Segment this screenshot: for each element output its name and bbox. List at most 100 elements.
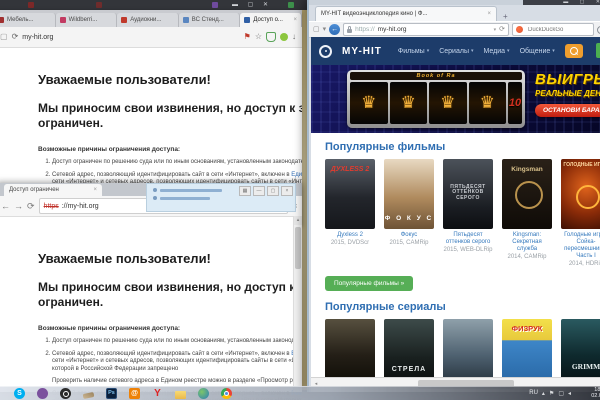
shield-extension-icon[interactable] — [266, 32, 276, 42]
tab-access-restricted-active[interactable]: Доступ о... × — [240, 13, 302, 27]
yandex-icon[interactable]: Y — [152, 388, 163, 399]
address-bar[interactable]: my-hit.org — [22, 34, 239, 41]
series-poster[interactable] — [325, 319, 375, 378]
tab-audiobooks[interactable]: Аудиокни... — [117, 13, 179, 27]
film-poster[interactable]: Ф О К У С — [384, 159, 434, 229]
address-bar[interactable]: https:// my-hit.org ▾ ⟳ — [343, 23, 509, 36]
series-poster[interactable]: GRIMM — [561, 319, 600, 378]
scrollbar-thumb[interactable] — [295, 227, 301, 269]
forward-icon[interactable]: → — [14, 202, 23, 211]
film-title[interactable]: Kingsman: Секретная служба — [502, 232, 552, 253]
panel-list-item[interactable] — [153, 196, 295, 200]
panel-minimize-icon[interactable]: — — [253, 186, 265, 196]
series-card[interactable] — [443, 319, 493, 378]
panel-close-icon[interactable]: × — [281, 186, 293, 196]
nav-films[interactable]: Фильмы▾ — [398, 48, 429, 55]
skype-icon[interactable]: S — [14, 388, 25, 399]
internet-globe-icon[interactable] — [198, 388, 209, 399]
chrome-icon[interactable] — [221, 388, 232, 399]
slot-logo: Book of Ra — [350, 72, 522, 80]
tray-expand-icon[interactable]: ▴ — [542, 390, 545, 397]
film-poster[interactable]: ПЯТЬДЕСЯТ ОТТЕНКОВ СЕРОГО — [443, 159, 493, 229]
reload-icon[interactable]: ⟳ — [12, 33, 19, 41]
search-box[interactable] — [512, 23, 594, 36]
bookmark-star-icon[interactable]: ☆ — [255, 33, 262, 41]
flag-extension-icon[interactable]: ⚑ — [244, 33, 251, 41]
viber-icon[interactable] — [37, 388, 48, 399]
chevron-down-icon[interactable]: ▾ — [323, 26, 327, 33]
banner-spin-button[interactable]: ОСТАНОВИ БАРАБАНЫ — [535, 104, 600, 117]
film-poster[interactable]: Kingsman — [502, 159, 552, 229]
back-icon[interactable]: ← — [1, 202, 10, 211]
series-poster[interactable]: СТРЕЛА — [384, 319, 434, 378]
reason-item: Сетевой адрес, позволяющий идентифициров… — [52, 351, 302, 374]
series-poster[interactable] — [443, 319, 493, 378]
odnoklassniki-icon[interactable]: @ — [129, 388, 140, 399]
reload-icon[interactable]: ⟳ — [27, 202, 35, 211]
language-indicator[interactable]: RU — [529, 390, 538, 396]
folder-icon[interactable] — [175, 391, 186, 399]
volume-icon[interactable]: ◂ — [568, 390, 571, 397]
window-titlebar[interactable]: ▬ ▢ ✕ — [309, 0, 600, 5]
chevron-down-icon[interactable]: ▾ — [494, 27, 497, 33]
window-controls[interactable]: ▬ ▢ ✕ — [523, 0, 600, 5]
photoshop-icon[interactable]: Ps — [106, 388, 117, 399]
tab-access-restricted[interactable]: Доступ ограничен × — [4, 184, 102, 196]
vertical-scrollbar[interactable]: ▴ — [293, 216, 302, 392]
tab-wildberries[interactable]: Wildberri... — [56, 13, 118, 27]
tab-stand[interactable]: ВС Стенд... — [179, 13, 241, 27]
favicon — [121, 17, 127, 23]
series-card[interactable]: GRIMM — [561, 319, 600, 378]
action-center-flag-icon[interactable]: ⚑ — [549, 390, 554, 397]
tab-myhit-active[interactable]: MY-HIT видеоэнциклопедия кино | Ф... × — [315, 6, 497, 21]
series-card[interactable] — [325, 319, 375, 378]
film-title[interactable]: Фокус — [384, 232, 434, 239]
block-page-reasons-title: Возможные причины ограничения доступа: — [38, 325, 302, 332]
download-icon[interactable]: ↓ — [292, 33, 296, 41]
series-card[interactable]: ФИЗРУК — [502, 319, 552, 378]
close-tab-icon[interactable]: × — [93, 187, 97, 193]
film-card[interactable]: Kingsman Kingsman: Секретная служба 2014… — [502, 159, 552, 267]
display-icon[interactable]: ▢ — [558, 390, 564, 397]
nav-media[interactable]: Медиа▾ — [484, 48, 510, 55]
background-window-controls[interactable]: ▬ ▢ ✕ — [232, 1, 272, 8]
site-content: Популярные фильмы ДУХLESS 2 Духless 2 20… — [311, 133, 600, 378]
film-card[interactable]: Ф О К У С Фокус 2015, CAMRip — [384, 159, 434, 267]
site-brand[interactable]: MY-HIT — [342, 46, 382, 57]
site-search-button[interactable] — [565, 44, 583, 58]
casino-ad-banner[interactable]: Book of Ra ♛ ♛ ♛ ♛ 10 ВЫИГРЫВАЙ РЕАЛЬНЫЕ… — [311, 65, 600, 133]
page-action-icon[interactable]: ▢ — [313, 26, 320, 33]
nav-series[interactable]: Сериалы▾ — [439, 48, 473, 55]
search-input[interactable] — [526, 26, 590, 34]
taskbar-clock[interactable]: 18:0 02.03 — [575, 387, 600, 400]
film-poster[interactable]: ГОЛОДНЫЕ ИГРЫ — [561, 159, 600, 229]
series-poster[interactable]: ФИЗРУК — [502, 319, 552, 378]
film-title[interactable]: Духless 2 — [325, 232, 375, 239]
registry-link[interactable]: Единый Реестр — [291, 172, 302, 178]
popular-films-button[interactable]: Популярные фильмы » — [325, 276, 413, 291]
film-card[interactable]: ГОЛОДНЫЕ ИГРЫ Голодные игры: Сойка-перес… — [561, 159, 600, 267]
film-poster[interactable]: ДУХLESS 2 — [325, 159, 375, 229]
brush-tool-icon[interactable] — [83, 391, 95, 398]
bookmark-icon[interactable]: ▢ — [0, 33, 8, 41]
film-title[interactable]: Голодные игры: Сойка-пересмешница. Часть… — [561, 232, 600, 260]
tab-furniture[interactable]: Мебель... — [0, 13, 56, 27]
film-meta: 2014, CAMRip — [502, 254, 552, 260]
film-card[interactable]: ПЯТЬДЕСЯТ ОТТЕНКОВ СЕРОГО Пятьдесят отте… — [443, 159, 493, 267]
scroll-up-icon[interactable]: ▴ — [294, 216, 302, 225]
nav-community[interactable]: Общение▾ — [520, 48, 555, 55]
film-reel-logo-icon[interactable] — [319, 45, 332, 58]
panel-grid-icon[interactable]: ▦ — [239, 186, 251, 196]
login-button[interactable] — [596, 43, 600, 58]
panel-restore-icon[interactable]: ▢ — [267, 186, 279, 196]
film-card[interactable]: ДУХLESS 2 Духless 2 2015, DVDScr — [325, 159, 375, 267]
reload-icon[interactable]: ⟳ — [499, 26, 505, 33]
film-title[interactable]: Пятьдесят оттенков серого — [443, 232, 493, 246]
adblock-extension-icon[interactable] — [280, 33, 288, 41]
series-card[interactable]: СТРЕЛА — [384, 319, 434, 378]
back-button[interactable]: ← — [329, 24, 340, 35]
close-tab-icon[interactable]: × — [293, 17, 297, 23]
close-tab-icon[interactable]: × — [487, 11, 491, 17]
media-player-icon[interactable] — [60, 388, 71, 399]
new-tab-button[interactable]: + — [497, 12, 514, 21]
